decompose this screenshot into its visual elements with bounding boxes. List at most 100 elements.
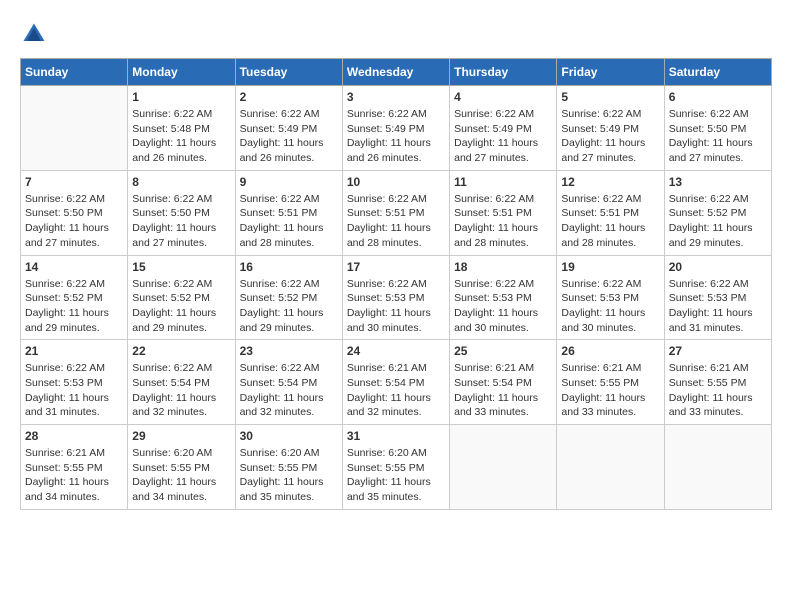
day-number: 17 [347, 260, 445, 274]
calendar-cell: 30 Sunrise: 6:20 AMSunset: 5:55 PMDayligh… [235, 425, 342, 510]
day-number: 5 [561, 90, 659, 104]
day-info: Sunrise: 6:22 AMSunset: 5:53 PMDaylight:… [561, 277, 659, 336]
calendar-cell: 31 Sunrise: 6:20 AMSunset: 5:55 PMDayligh… [342, 425, 449, 510]
day-info: Sunrise: 6:22 AMSunset: 5:53 PMDaylight:… [454, 277, 552, 336]
day-number: 1 [132, 90, 230, 104]
calendar-cell: 14Sunrise: 6:22 AMSunset: 5:52 PMDayligh… [21, 255, 128, 340]
day-info: Sunrise: 6:22 AMSunset: 5:52 PMDaylight:… [669, 192, 767, 251]
day-info: Sunrise: 6:21 AMSunset: 5:54 PMDaylight:… [347, 361, 445, 420]
calendar-cell: 6Sunrise: 6:22 AMSunset: 5:50 PMDaylight… [664, 86, 771, 171]
day-number: 15 [132, 260, 230, 274]
day-info: Sunrise: 6:22 AMSunset: 5:49 PMDaylight:… [454, 107, 552, 166]
calendar-week-row: 1 Sunrise: 6:22 AMSunset: 5:48 PMDaylight… [21, 86, 772, 171]
day-of-week-header: Wednesday [342, 59, 449, 86]
day-number: 2 [240, 90, 338, 104]
day-info: Sunrise: 6:22 AMSunset: 5:52 PMDaylight:… [240, 277, 338, 336]
day-number: 24 [347, 344, 445, 358]
day-of-week-header: Friday [557, 59, 664, 86]
calendar-cell: 5Sunrise: 6:22 AMSunset: 5:49 PMDaylight… [557, 86, 664, 171]
calendar-cell: 20Sunrise: 6:22 AMSunset: 5:53 PMDayligh… [664, 255, 771, 340]
day-info: Sunrise: 6:22 AMSunset: 5:51 PMDaylight:… [561, 192, 659, 251]
day-info: Sunrise: 6:22 AMSunset: 5:53 PMDaylight:… [25, 361, 123, 420]
day-number: 22 [132, 344, 230, 358]
calendar-cell: 11 Sunrise: 6:22 AMSunset: 5:51 PMDayligh… [450, 170, 557, 255]
calendar-cell: 8 Sunrise: 6:22 AMSunset: 5:50 PMDaylight… [128, 170, 235, 255]
day-of-week-header: Saturday [664, 59, 771, 86]
day-info: Sunrise: 6:22 AMSunset: 5:52 PMDaylight:… [132, 277, 230, 336]
calendar-cell: 25Sunrise: 6:21 AMSunset: 5:54 PMDayligh… [450, 340, 557, 425]
calendar-cell: 2 Sunrise: 6:22 AMSunset: 5:49 PMDaylight… [235, 86, 342, 171]
day-info: Sunrise: 6:22 AMSunset: 5:51 PMDaylight:… [454, 192, 552, 251]
day-info: Sunrise: 6:22 AMSunset: 5:54 PMDaylight:… [132, 361, 230, 420]
day-of-week-header: Thursday [450, 59, 557, 86]
calendar-cell [450, 425, 557, 510]
day-info: Sunrise: 6:22 AMSunset: 5:52 PMDaylight:… [25, 277, 123, 336]
day-number: 16 [240, 260, 338, 274]
calendar-cell: 23 Sunrise: 6:22 AMSunset: 5:54 PMDayligh… [235, 340, 342, 425]
day-info: Sunrise: 6:20 AMSunset: 5:55 PMDaylight:… [132, 446, 230, 505]
calendar-cell: 27 Sunrise: 6:21 AMSunset: 5:55 PMDayligh… [664, 340, 771, 425]
calendar-cell: 22 Sunrise: 6:22 AMSunset: 5:54 PMDayligh… [128, 340, 235, 425]
day-info: Sunrise: 6:20 AMSunset: 5:55 PMDaylight:… [347, 446, 445, 505]
calendar-cell: 18 Sunrise: 6:22 AMSunset: 5:53 PMDayligh… [450, 255, 557, 340]
day-number: 3 [347, 90, 445, 104]
day-number: 4 [454, 90, 552, 104]
day-info: Sunrise: 6:22 AMSunset: 5:49 PMDaylight:… [240, 107, 338, 166]
day-number: 12 [561, 175, 659, 189]
calendar-week-row: 28Sunrise: 6:21 AMSunset: 5:55 PMDayligh… [21, 425, 772, 510]
calendar-cell [21, 86, 128, 171]
day-of-week-header: Tuesday [235, 59, 342, 86]
day-number: 11 [454, 175, 552, 189]
day-info: Sunrise: 6:22 AMSunset: 5:48 PMDaylight:… [132, 107, 230, 166]
day-info: Sunrise: 6:21 AMSunset: 5:54 PMDaylight:… [454, 361, 552, 420]
day-info: Sunrise: 6:22 AMSunset: 5:51 PMDaylight:… [347, 192, 445, 251]
calendar-cell [664, 425, 771, 510]
calendar-week-row: 14Sunrise: 6:22 AMSunset: 5:52 PMDayligh… [21, 255, 772, 340]
calendar-cell: 9 Sunrise: 6:22 AMSunset: 5:51 PMDaylight… [235, 170, 342, 255]
calendar-cell: 10 Sunrise: 6:22 AMSunset: 5:51 PMDayligh… [342, 170, 449, 255]
day-number: 9 [240, 175, 338, 189]
calendar-cell: 29 Sunrise: 6:20 AMSunset: 5:55 PMDayligh… [128, 425, 235, 510]
calendar-cell: 1 Sunrise: 6:22 AMSunset: 5:48 PMDaylight… [128, 86, 235, 171]
day-of-week-header: Monday [128, 59, 235, 86]
calendar-cell [557, 425, 664, 510]
calendar-cell: 13 Sunrise: 6:22 AMSunset: 5:52 PMDayligh… [664, 170, 771, 255]
day-info: Sunrise: 6:22 AMSunset: 5:53 PMDaylight:… [669, 277, 767, 336]
day-number: 18 [454, 260, 552, 274]
page-header [20, 20, 772, 48]
calendar-cell: 7Sunrise: 6:22 AMSunset: 5:50 PMDaylight… [21, 170, 128, 255]
day-info: Sunrise: 6:21 AMSunset: 5:55 PMDaylight:… [669, 361, 767, 420]
day-number: 31 [347, 429, 445, 443]
day-number: 27 [669, 344, 767, 358]
day-number: 26 [561, 344, 659, 358]
day-number: 8 [132, 175, 230, 189]
logo-icon [20, 20, 48, 48]
day-info: Sunrise: 6:22 AMSunset: 5:51 PMDaylight:… [240, 192, 338, 251]
day-info: Sunrise: 6:22 AMSunset: 5:49 PMDaylight:… [347, 107, 445, 166]
day-number: 21 [25, 344, 123, 358]
calendar-cell: 17 Sunrise: 6:22 AMSunset: 5:53 PMDayligh… [342, 255, 449, 340]
day-number: 13 [669, 175, 767, 189]
calendar-cell: 15 Sunrise: 6:22 AMSunset: 5:52 PMDayligh… [128, 255, 235, 340]
day-info: Sunrise: 6:22 AMSunset: 5:54 PMDaylight:… [240, 361, 338, 420]
day-of-week-header: Sunday [21, 59, 128, 86]
calendar-cell: 24 Sunrise: 6:21 AMSunset: 5:54 PMDayligh… [342, 340, 449, 425]
day-info: Sunrise: 6:21 AMSunset: 5:55 PMDaylight:… [25, 446, 123, 505]
calendar-cell: 3 Sunrise: 6:22 AMSunset: 5:49 PMDaylight… [342, 86, 449, 171]
calendar-cell: 28Sunrise: 6:21 AMSunset: 5:55 PMDayligh… [21, 425, 128, 510]
calendar-header-row: SundayMondayTuesdayWednesdayThursdayFrid… [21, 59, 772, 86]
calendar-cell: 21 Sunrise: 6:22 AMSunset: 5:53 PMDayligh… [21, 340, 128, 425]
day-number: 23 [240, 344, 338, 358]
calendar-cell: 26 Sunrise: 6:21 AMSunset: 5:55 PMDayligh… [557, 340, 664, 425]
day-info: Sunrise: 6:21 AMSunset: 5:55 PMDaylight:… [561, 361, 659, 420]
day-info: Sunrise: 6:22 AMSunset: 5:53 PMDaylight:… [347, 277, 445, 336]
day-info: Sunrise: 6:20 AMSunset: 5:55 PMDaylight:… [240, 446, 338, 505]
day-info: Sunrise: 6:22 AMSunset: 5:50 PMDaylight:… [132, 192, 230, 251]
calendar-cell: 19Sunrise: 6:22 AMSunset: 5:53 PMDayligh… [557, 255, 664, 340]
logo [20, 20, 52, 48]
calendar-week-row: 7Sunrise: 6:22 AMSunset: 5:50 PMDaylight… [21, 170, 772, 255]
day-number: 29 [132, 429, 230, 443]
calendar-week-row: 21 Sunrise: 6:22 AMSunset: 5:53 PMDayligh… [21, 340, 772, 425]
day-number: 10 [347, 175, 445, 189]
day-number: 30 [240, 429, 338, 443]
